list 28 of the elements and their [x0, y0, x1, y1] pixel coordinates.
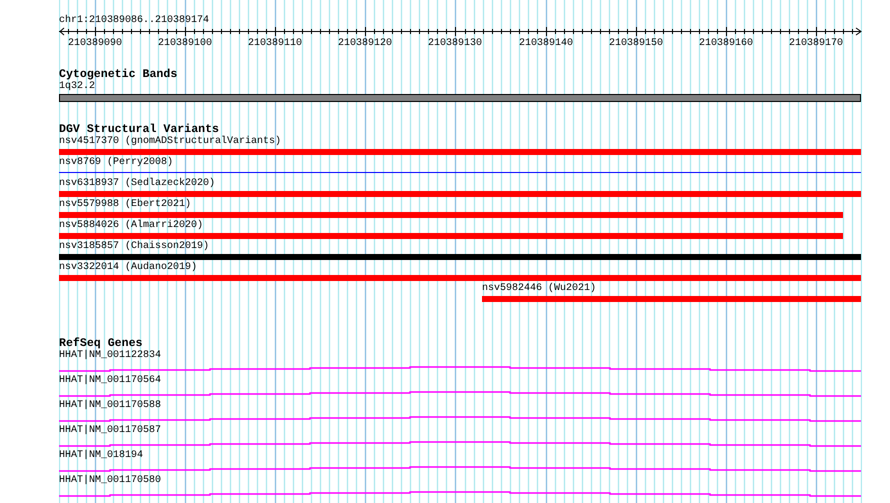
variant-label: nsv5579988 (Ebert2021): [59, 199, 192, 211]
ruler-label: 210389110: [248, 38, 302, 49]
ruler-label: 210389130: [428, 38, 482, 49]
ruler-label: 210389090: [68, 38, 122, 49]
variant-label: nsv5982446 (Wu2021): [482, 283, 596, 295]
gene-label: HHAT|NM_018194: [59, 450, 144, 462]
track-title: RefSeq Genes: [59, 338, 142, 350]
variant-label: nsv3322014 (Audano2019): [59, 262, 198, 274]
gene-label: HHAT|NM_001170587: [59, 425, 162, 437]
gene-label: HHAT|NM_001170588: [59, 400, 162, 412]
ruler-label: 210389140: [519, 38, 573, 49]
variant-label: nsv5884026 (Almarri2020): [59, 220, 204, 232]
variant-label: nsv6318937 (Sedlazeck2020): [59, 178, 216, 190]
location-label: chr1:210389086..210389174: [59, 15, 210, 27]
variant-label: nsv8769 (Perry2008): [59, 157, 174, 169]
band-label: 1q32.2: [59, 81, 96, 93]
gene-label: HHAT|NM_001170580: [59, 475, 162, 487]
ruler-label: 210389120: [338, 38, 392, 49]
track-title: DGV Structural Variants: [59, 124, 220, 136]
ruler-label: 210389150: [609, 38, 663, 49]
track-title: Cytogenetic Bands: [59, 69, 178, 81]
variant-label: nsv3185857 (Chaisson2019): [59, 241, 210, 253]
ruler-label: 210389160: [699, 38, 753, 49]
gene-label: HHAT|NM_001170564: [59, 375, 162, 387]
ruler-label: 210389170: [789, 38, 843, 49]
ruler-label: 210389100: [158, 38, 212, 49]
gene-label: HHAT|NM_001122834: [59, 350, 162, 362]
variant-label: nsv4517370 (gnomADStructuralVariants): [59, 136, 282, 148]
